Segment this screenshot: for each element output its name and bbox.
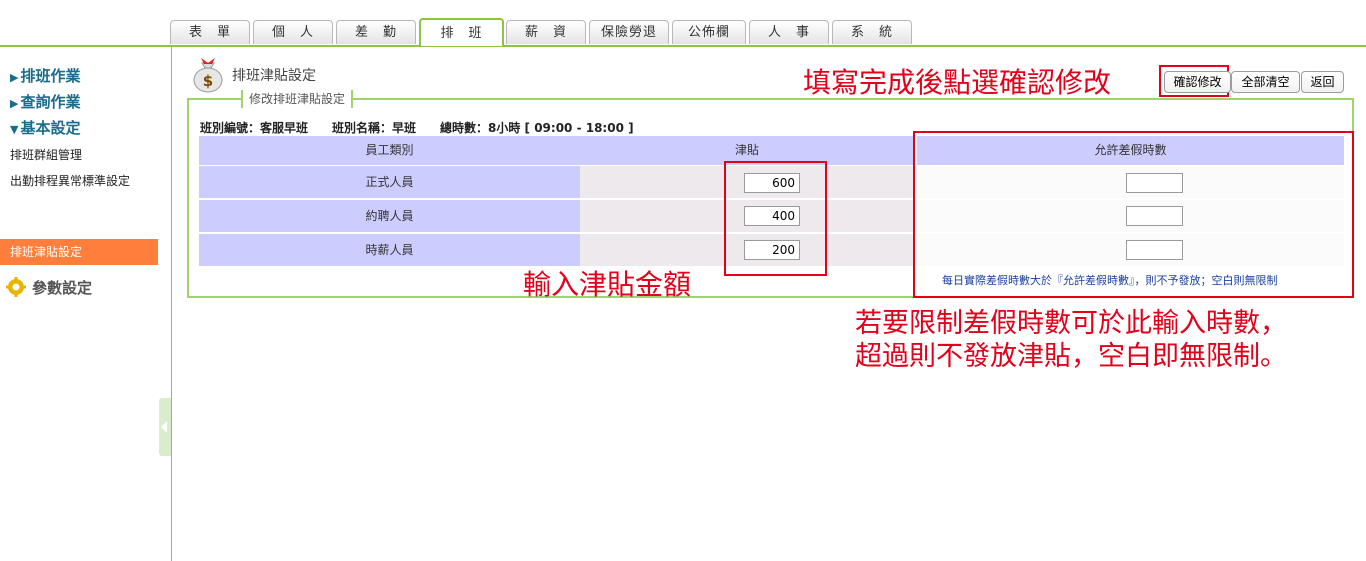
active-notch xyxy=(158,239,170,265)
tab-forms[interactable]: 表 單 xyxy=(170,20,250,44)
tab-system[interactable]: 系 統 xyxy=(832,20,912,44)
table-row-category: 約聘人員 xyxy=(199,200,580,232)
gear-icon xyxy=(6,277,26,297)
tab-personal[interactable]: 個 人 xyxy=(253,20,333,44)
back-button[interactable]: 返回 xyxy=(1301,71,1344,93)
tab-hr[interactable]: 人 事 xyxy=(749,20,829,44)
tab-bar-underline xyxy=(0,45,1366,47)
sidebar-item-attendance-exception[interactable]: 出勤排程異常標準設定 xyxy=(10,172,130,189)
clear-all-button[interactable]: 全部清空 xyxy=(1231,71,1300,93)
sidebar: ▶ 排班作業 ▶ 查詢作業 ▼ 基本設定 排班群組管理 出勤排程異常標準設定 排班津貼… xyxy=(0,47,171,561)
header-employee-type: 員工類別 xyxy=(199,136,580,165)
tab-attendance[interactable]: 差 勤 xyxy=(336,20,416,44)
tab-payroll[interactable]: 薪 資 xyxy=(506,20,586,44)
money-bag-icon: $ xyxy=(193,58,223,93)
sidebar-section-label: 排班作業 xyxy=(20,67,81,85)
triangle-right-icon: ▶ xyxy=(10,97,19,110)
sidebar-item-parameters[interactable]: 參數設定 xyxy=(6,277,92,298)
triangle-right-icon: ▶ xyxy=(10,71,19,84)
sidebar-collapse-handle[interactable] xyxy=(159,398,171,456)
sidebar-item-label: 排班津貼設定 xyxy=(10,245,83,259)
page-title: 排班津貼設定 xyxy=(232,68,316,84)
sidebar-item-label: 參數設定 xyxy=(32,279,93,297)
triangle-down-icon: ▼ xyxy=(10,123,19,136)
annotation-confirm-hint: 填寫完成後點選確認修改 xyxy=(803,66,1112,99)
shift-info-line: 班別編號：客服早班 班別名稱：早班 總時數：8小時 [ 09:00 - 18:0… xyxy=(200,121,634,135)
sidebar-divider xyxy=(171,47,172,561)
highlight-leave-hours-box xyxy=(913,131,1354,298)
sidebar-section-basic-settings[interactable]: ▼ 基本設定 xyxy=(10,117,80,138)
annotation-leave-hint-line2: 超過則不發放津貼，空白即無限制。 xyxy=(855,341,1287,372)
confirm-button[interactable]: 確認修改 xyxy=(1164,71,1231,93)
sidebar-section-label: 查詢作業 xyxy=(20,93,81,111)
annotation-allowance-hint: 輸入津貼金額 xyxy=(523,268,692,301)
tab-insurance[interactable]: 保險勞退 xyxy=(589,20,669,44)
sidebar-section-label: 基本設定 xyxy=(20,119,81,137)
table-row-category: 正式人員 xyxy=(199,166,580,198)
svg-text:$: $ xyxy=(203,72,213,90)
sidebar-section-query[interactable]: ▶ 查詢作業 xyxy=(10,91,80,112)
highlight-allowance-box xyxy=(724,161,827,276)
annotation-leave-hint-line1: 若要限制差假時數可於此輸入時數， xyxy=(855,308,1287,339)
tab-scheduling[interactable]: 排 班 xyxy=(419,18,504,46)
sidebar-item-shift-allowance[interactable]: 排班津貼設定 xyxy=(0,239,170,265)
panel-legend: 修改排班津貼設定 xyxy=(241,90,354,108)
sidebar-section-scheduling-ops[interactable]: ▶ 排班作業 xyxy=(10,65,80,86)
table-row-category: 時薪人員 xyxy=(199,234,580,266)
tab-bulletin[interactable]: 公佈欄 xyxy=(672,20,746,44)
sidebar-item-shift-groups[interactable]: 排班群組管理 xyxy=(10,146,82,163)
